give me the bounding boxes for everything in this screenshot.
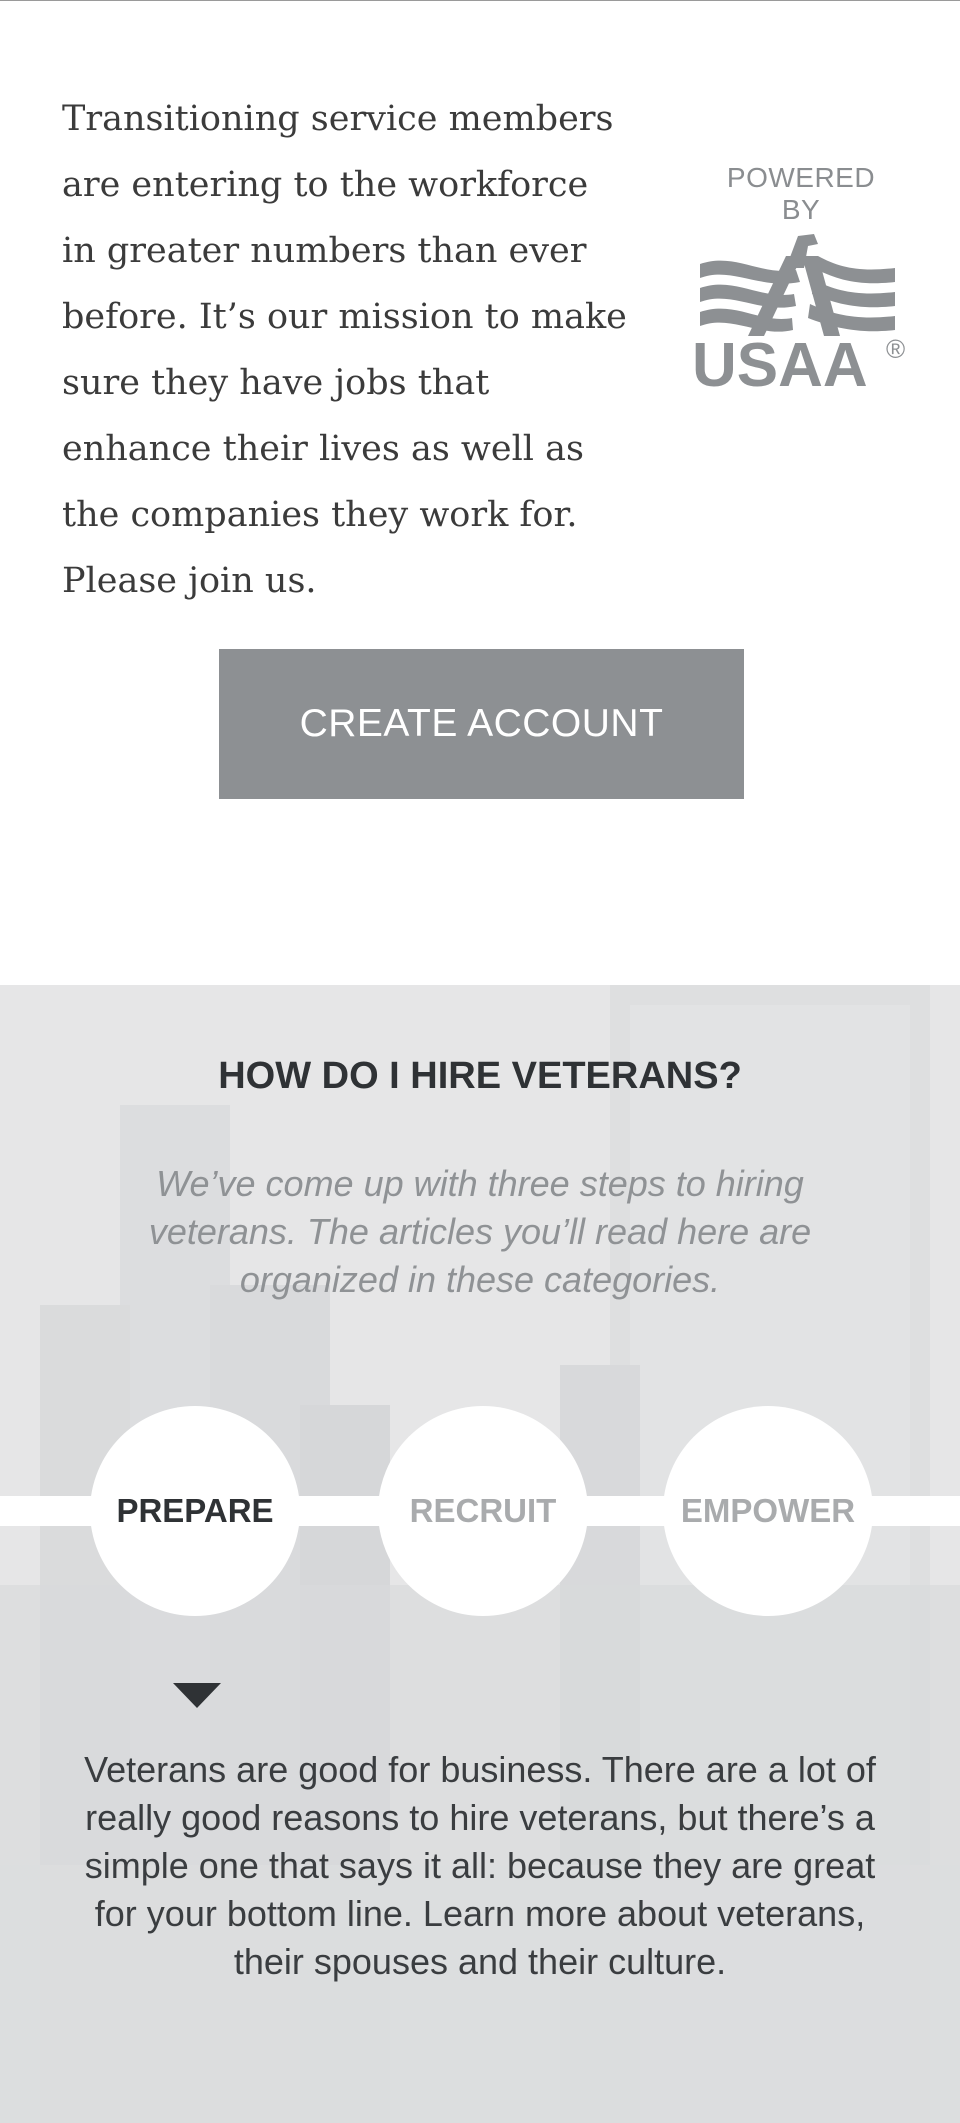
step-description: Veterans are good for business. There ar… bbox=[84, 1749, 876, 1982]
intro-paragraph: Transitioning service members are enteri… bbox=[62, 99, 627, 601]
step-prepare-tab[interactable]: PREPARE bbox=[90, 1406, 300, 1616]
section-subtitle: We’ve come up with three steps to hiring… bbox=[148, 1163, 812, 1300]
usaa-wordmark: USAA bbox=[692, 331, 868, 392]
powered-by-label: POWERED BY bbox=[726, 162, 876, 225]
usaa-eagle-icon bbox=[700, 234, 895, 336]
create-account-button[interactable]: CREATE ACCOUNT bbox=[219, 649, 744, 799]
registered-mark: ® bbox=[886, 334, 905, 364]
top-divider bbox=[0, 0, 960, 1]
usaa-logo: USAA ® bbox=[692, 234, 905, 392]
section-title: HOW DO I HIRE VETERANS? bbox=[218, 1055, 742, 1097]
step-empower-tab[interactable]: EMPOWER bbox=[663, 1406, 873, 1616]
hire-veterans-section: HOW DO I HIRE VETERANS? We’ve come up wi… bbox=[0, 985, 960, 2123]
step-recruit-tab[interactable]: RECRUIT bbox=[378, 1406, 588, 1616]
active-step-pointer-icon bbox=[173, 1683, 221, 1708]
